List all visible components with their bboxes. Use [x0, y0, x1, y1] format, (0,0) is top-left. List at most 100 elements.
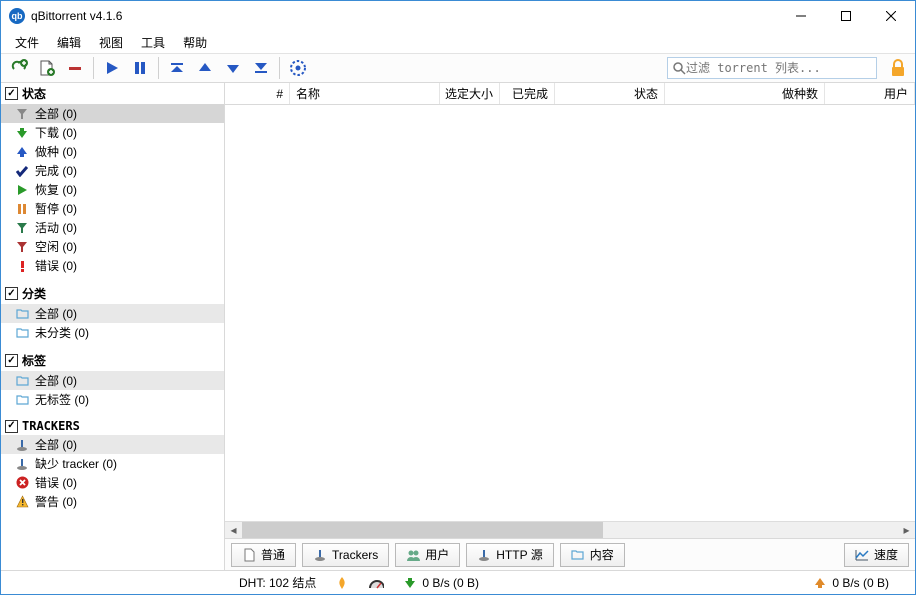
status-header[interactable]: 状态	[1, 83, 224, 104]
error-circle-icon	[15, 476, 29, 490]
menu-edit[interactable]: 编辑	[49, 32, 89, 53]
resume-button[interactable]	[100, 56, 124, 80]
decrease-priority-button[interactable]	[221, 56, 245, 80]
bottom-priority-button[interactable]	[249, 56, 273, 80]
horizontal-scrollbar[interactable]: ◂ ▸	[225, 521, 915, 538]
status-active[interactable]: 活动 (0)	[1, 218, 224, 237]
checkbox-icon	[5, 87, 18, 100]
tab-content[interactable]: 内容	[560, 543, 625, 567]
col-done[interactable]: 已完成	[500, 83, 555, 104]
column-header-row: # 名称 选定大小 已完成 状态 做种数 用户	[225, 83, 915, 105]
search-input[interactable]	[686, 61, 872, 75]
status-completed[interactable]: 完成 (0)	[1, 161, 224, 180]
chart-icon	[855, 548, 869, 562]
categories-header[interactable]: 分类	[1, 283, 224, 304]
tab-general[interactable]: 普通	[231, 543, 296, 567]
speedometer-icon	[368, 575, 384, 591]
tracker-icon	[477, 548, 491, 562]
filter-active-icon	[15, 221, 29, 235]
scroll-thumb[interactable]	[242, 522, 603, 538]
maximize-button[interactable]	[823, 2, 868, 30]
error-icon	[15, 259, 29, 273]
folder-icon	[15, 393, 29, 407]
upload-speed[interactable]: 0 B/s (0 B)	[812, 575, 889, 591]
pause-icon	[15, 202, 29, 216]
down-arrow-icon	[402, 575, 418, 591]
col-status[interactable]: 状态	[555, 83, 665, 104]
menu-view[interactable]: 视图	[91, 32, 131, 53]
col-name[interactable]: 名称	[290, 83, 440, 104]
minimize-button[interactable]	[778, 2, 823, 30]
trackers-trackerless[interactable]: 缺少 tracker (0)	[1, 454, 224, 473]
firewall-status[interactable]	[334, 575, 350, 591]
col-num[interactable]: #	[225, 83, 290, 104]
menu-help[interactable]: 帮助	[175, 32, 215, 53]
tags-untagged[interactable]: 无标签 (0)	[1, 390, 224, 409]
tags-header[interactable]: 标签	[1, 350, 224, 371]
filter-inactive-icon	[15, 240, 29, 254]
status-seeding[interactable]: 做种 (0)	[1, 142, 224, 161]
status-downloading[interactable]: 下载 (0)	[1, 123, 224, 142]
pause-button[interactable]	[128, 56, 152, 80]
download-icon	[15, 126, 29, 140]
lock-icon[interactable]	[887, 57, 909, 79]
users-icon	[406, 548, 420, 562]
col-size[interactable]: 选定大小	[440, 83, 500, 104]
toolbar	[1, 53, 915, 83]
tab-speed[interactable]: 速度	[844, 543, 909, 567]
trackers-all[interactable]: 全部 (0)	[1, 435, 224, 454]
sidebar: 状态 全部 (0) 下载 (0) 做种 (0) 完成 (0) 恢复 (0) 暂停…	[1, 83, 225, 570]
main-area: 状态 全部 (0) 下载 (0) 做种 (0) 完成 (0) 恢复 (0) 暂停…	[1, 83, 915, 570]
search-box[interactable]	[667, 57, 877, 79]
check-icon	[15, 164, 29, 178]
download-speed[interactable]: 0 B/s (0 B)	[402, 575, 479, 591]
checkbox-icon	[5, 420, 18, 433]
torrent-list[interactable]	[225, 105, 915, 521]
close-button[interactable]	[868, 2, 913, 30]
add-file-button[interactable]	[35, 56, 59, 80]
up-arrow-icon	[812, 575, 828, 591]
trackers-header[interactable]: TRACKERS	[1, 417, 224, 435]
status-errored[interactable]: 错误 (0)	[1, 256, 224, 275]
tracker-icon	[313, 548, 327, 562]
remove-button[interactable]	[63, 56, 87, 80]
tab-http[interactable]: HTTP 源	[466, 543, 553, 567]
col-seeds[interactable]: 做种数	[665, 83, 825, 104]
statusbar: DHT: 102 结点 0 B/s (0 B) 0 B/s (0 B)	[1, 570, 915, 594]
tracker-icon	[15, 438, 29, 452]
folder-icon	[571, 548, 585, 562]
warning-icon	[15, 495, 29, 509]
search-icon	[672, 61, 686, 75]
scroll-right-icon[interactable]: ▸	[898, 522, 915, 539]
tab-peers[interactable]: 用户	[395, 543, 460, 567]
add-link-button[interactable]	[7, 56, 31, 80]
tags-all[interactable]: 全部 (0)	[1, 371, 224, 390]
trackers-error[interactable]: 错误 (0)	[1, 473, 224, 492]
settings-button[interactable]	[286, 56, 310, 80]
categories-uncategorized[interactable]: 未分类 (0)	[1, 323, 224, 342]
col-peers[interactable]: 用户	[825, 83, 915, 104]
categories-all[interactable]: 全部 (0)	[1, 304, 224, 323]
menubar: 文件 编辑 视图 工具 帮助	[1, 31, 915, 53]
trackers-warning[interactable]: 警告 (0)	[1, 492, 224, 511]
top-priority-button[interactable]	[165, 56, 189, 80]
increase-priority-button[interactable]	[193, 56, 217, 80]
upload-icon	[15, 145, 29, 159]
tab-trackers[interactable]: Trackers	[302, 543, 389, 567]
menu-tools[interactable]: 工具	[133, 32, 173, 53]
flame-icon	[334, 575, 350, 591]
titlebar: qb qBittorrent v4.1.6	[1, 1, 915, 31]
app-icon: qb	[9, 8, 25, 24]
folder-icon	[15, 307, 29, 321]
window-title: qBittorrent v4.1.6	[31, 9, 122, 23]
status-inactive[interactable]: 空闲 (0)	[1, 237, 224, 256]
alt-speed-status[interactable]	[368, 575, 384, 591]
checkbox-icon	[5, 354, 18, 367]
detail-tabs: 普通 Trackers 用户 HTTP 源 内容 速度	[225, 538, 915, 570]
scroll-left-icon[interactable]: ◂	[225, 522, 242, 539]
status-all[interactable]: 全部 (0)	[1, 104, 224, 123]
menu-file[interactable]: 文件	[7, 32, 47, 53]
status-paused[interactable]: 暂停 (0)	[1, 199, 224, 218]
status-resumed[interactable]: 恢复 (0)	[1, 180, 224, 199]
dht-status: DHT: 102 结点	[239, 574, 316, 591]
